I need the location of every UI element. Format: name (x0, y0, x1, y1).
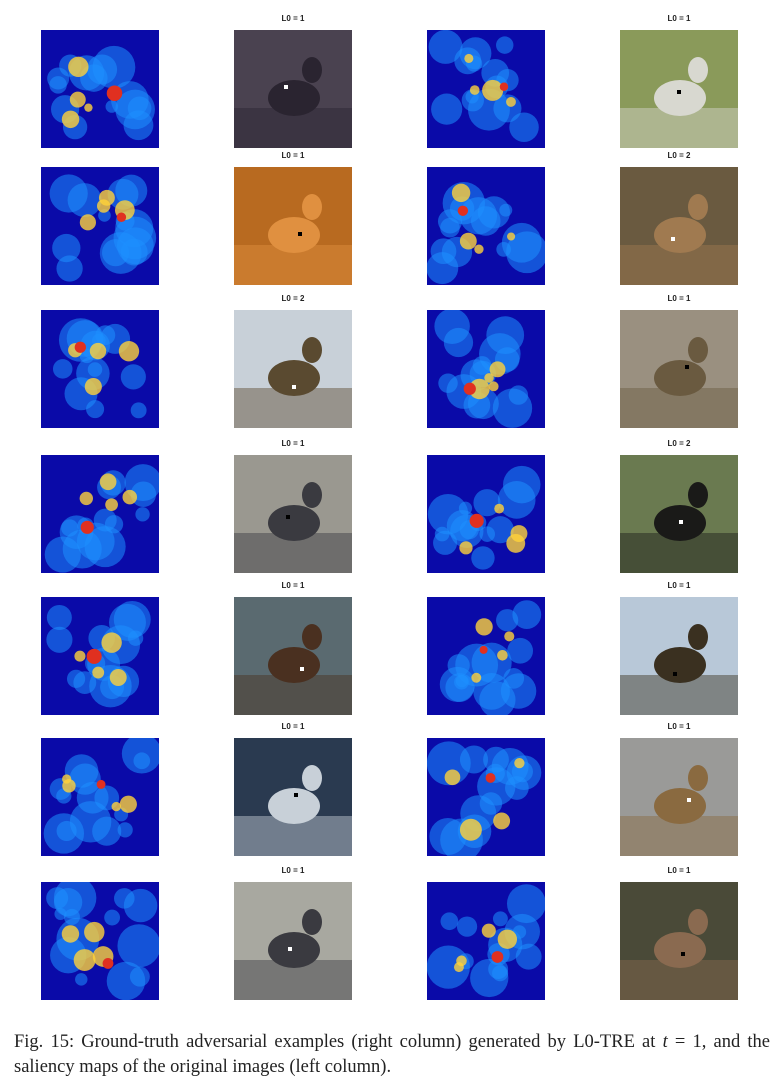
adversarial-image (620, 455, 738, 573)
saliency-map (427, 310, 545, 428)
saliency-map (427, 882, 545, 1000)
saliency-map (41, 30, 159, 148)
l0-label: L0 = 2 (667, 151, 691, 160)
l0-label: L0 = 1 (281, 439, 305, 448)
figure-caption: Fig. 15: Ground-truth adversarial exampl… (14, 1030, 770, 1080)
adversarial-image (234, 167, 352, 285)
l0-label: L0 = 1 (281, 151, 305, 160)
l0-label: L0 = 1 (667, 14, 691, 23)
l0-label: L0 = 1 (667, 581, 691, 590)
saliency-map (41, 455, 159, 573)
adversarial-image (234, 597, 352, 715)
adversarial-image (620, 738, 738, 856)
l0-label: L0 = 2 (281, 294, 305, 303)
l0-label: L0 = 1 (281, 722, 305, 731)
saliency-map (41, 167, 159, 285)
saliency-map (41, 597, 159, 715)
saliency-map (427, 30, 545, 148)
l0-label: L0 = 1 (281, 866, 305, 875)
adversarial-image (234, 310, 352, 428)
saliency-map (41, 310, 159, 428)
adversarial-image (234, 30, 352, 148)
saliency-map (427, 738, 545, 856)
adversarial-image (620, 597, 738, 715)
l0-label: L0 = 1 (281, 14, 305, 23)
adversarial-image (620, 882, 738, 1000)
adversarial-image (234, 738, 352, 856)
figure-grid: L0 = 1 L0 = 1 L0 = 1 L0 = 2 L0 = 2 L0 = 1 L0 =… (0, 0, 779, 1010)
l0-label: L0 = 1 (667, 722, 691, 731)
saliency-map (41, 738, 159, 856)
l0-label: L0 = 1 (667, 866, 691, 875)
adversarial-image (620, 310, 738, 428)
l0-label: L0 = 1 (667, 294, 691, 303)
adversarial-image (620, 30, 738, 148)
caption-prefix: Fig. 15: Ground-truth adversarial exampl… (14, 1032, 663, 1052)
saliency-map (427, 167, 545, 285)
adversarial-image (234, 455, 352, 573)
saliency-map (41, 882, 159, 1000)
adversarial-image (234, 882, 352, 1000)
saliency-map (427, 597, 545, 715)
saliency-map (427, 455, 545, 573)
l0-label: L0 = 2 (667, 439, 691, 448)
adversarial-image (620, 167, 738, 285)
l0-label: L0 = 1 (281, 581, 305, 590)
